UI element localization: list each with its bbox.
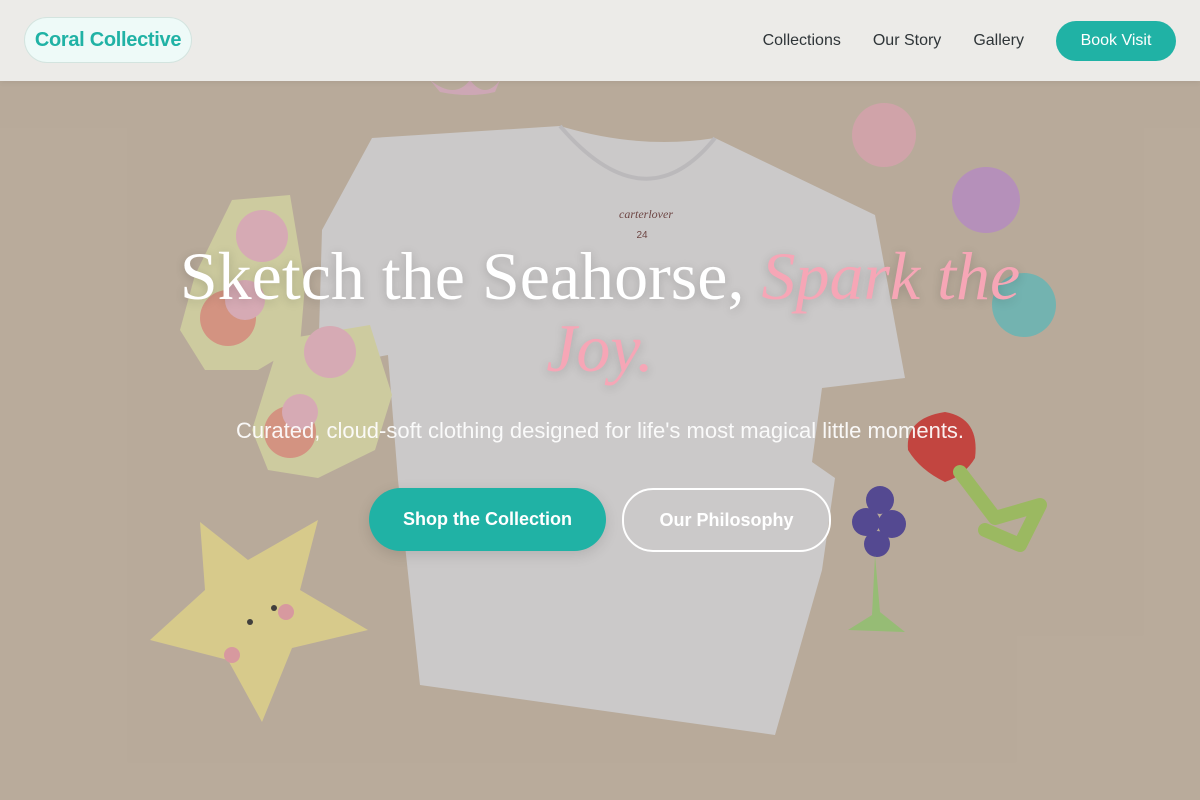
book-visit-button[interactable]: Book Visit <box>1056 20 1176 61</box>
hero-title: Sketch the Seahorse, Spark the Joy. <box>150 240 1050 384</box>
nav-link-collections[interactable]: Collections <box>763 32 841 50</box>
shop-collection-button[interactable]: Shop the Collection <box>369 488 606 551</box>
nav-link-gallery[interactable]: Gallery <box>973 32 1024 50</box>
top-navigation-bar: Coral Collective Collections Our Story G… <box>0 0 1200 81</box>
hero-title-plain: Sketch the Seahorse, <box>179 238 762 314</box>
nav-links: Collections Our Story Gallery Book Visit <box>763 0 1176 81</box>
hero-subtitle: Curated, cloud-soft clothing designed fo… <box>235 418 965 443</box>
nav-link-our-story[interactable]: Our Story <box>873 32 941 50</box>
our-philosophy-button[interactable]: Our Philosophy <box>622 488 831 552</box>
brand-logo[interactable]: Coral Collective <box>25 18 191 62</box>
hero-overlay <box>0 0 1200 800</box>
